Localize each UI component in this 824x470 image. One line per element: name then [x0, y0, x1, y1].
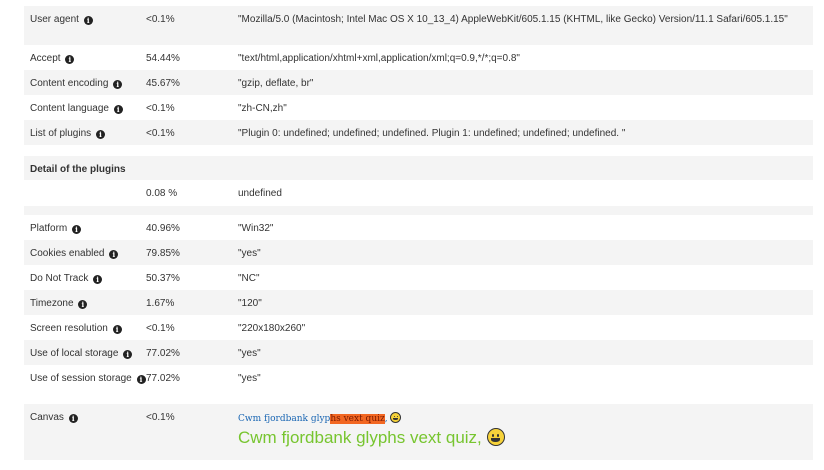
- info-icon[interactable]: i: [78, 300, 88, 309]
- row-label: Cookies enabled: [30, 248, 105, 259]
- row-timezone: Timezone i 1.67% "120": [24, 290, 813, 315]
- info-icon[interactable]: i: [68, 414, 78, 423]
- row-label: Timezone: [30, 298, 74, 309]
- fingerprint-table: User agent i <0.1% "Mozilla/5.0 (Macinto…: [24, 6, 813, 460]
- info-icon[interactable]: i: [113, 105, 123, 114]
- row-value: "120": [238, 298, 262, 309]
- row-label: User agent: [30, 14, 79, 25]
- row-plugin-detail-header: Detail of the plugins: [24, 156, 813, 180]
- row-content-encoding: Content encoding i 45.67% "gzip, deflate…: [24, 70, 813, 95]
- canvas-highlight: hs vext quiz: [330, 414, 385, 424]
- info-icon[interactable]: i: [72, 225, 82, 234]
- canvas-render: Cwm fjordbank glyphs vext quiz, Cwm fjor…: [238, 404, 813, 446]
- row-label: Canvas: [30, 412, 64, 423]
- info-icon[interactable]: i: [95, 130, 105, 139]
- row-percentage: <0.1%: [146, 412, 175, 423]
- row-value: "NC": [238, 273, 260, 284]
- info-icon[interactable]: i: [112, 325, 122, 334]
- row-value: "gzip, deflate, br": [238, 78, 314, 89]
- info-icon[interactable]: i: [109, 250, 119, 259]
- section-heading: Detail of the plugins: [30, 164, 126, 175]
- row-percentage: <0.1%: [146, 103, 175, 114]
- row-user-agent: User agent i <0.1% "Mozilla/5.0 (Macinto…: [24, 6, 813, 45]
- row-label: Screen resolution: [30, 323, 108, 334]
- row-percentage: <0.1%: [146, 128, 175, 139]
- row-percentage: 50.37%: [146, 273, 180, 284]
- row-label: List of plugins: [30, 128, 92, 139]
- row-value: "yes": [238, 248, 261, 259]
- row-do-not-track: Do Not Track i 50.37% "NC": [24, 265, 813, 290]
- row-label: Platform: [30, 223, 68, 234]
- info-icon[interactable]: i: [93, 275, 103, 284]
- row-value: undefined: [238, 188, 282, 199]
- row-accept: Accept i 54.44% "text/html,application/x…: [24, 45, 813, 70]
- row-label: Accept: [30, 53, 61, 64]
- row-percentage: <0.1%: [146, 323, 175, 334]
- row-percentage: 54.44%: [146, 53, 180, 64]
- row-value: "Win32": [238, 223, 274, 234]
- row-percentage: 0.08 %: [146, 188, 178, 199]
- row-label: Use of session storage: [30, 373, 132, 384]
- row-content-language: Content language i <0.1% "zh-CN,zh": [24, 95, 813, 120]
- info-icon[interactable]: i: [83, 16, 93, 25]
- info-icon[interactable]: i: [136, 375, 146, 384]
- row-value: "yes": [238, 348, 261, 359]
- row-local-storage: Use of local storage i 77.02% "yes": [24, 340, 813, 365]
- canvas-small-text: Cwm fjordbank glyphs vext quiz,: [238, 412, 803, 425]
- row-value: "220x180x260": [238, 323, 306, 334]
- row-value: "zh-CN,zh": [238, 103, 287, 114]
- info-icon[interactable]: i: [65, 55, 75, 64]
- row-session-storage: Use of session storage i 77.02% "yes": [24, 365, 813, 404]
- row-plugins: List of plugins i <0.1% "Plugin 0: undef…: [24, 120, 813, 145]
- smiley-face-icon: [390, 412, 402, 423]
- info-icon[interactable]: i: [113, 80, 123, 89]
- row-screen-resolution: Screen resolution i <0.1% "220x180x260": [24, 315, 813, 340]
- row-percentage: 77.02%: [146, 373, 180, 384]
- row-label: Content language: [30, 103, 109, 114]
- row-value: "text/html,application/xhtml+xml,applica…: [238, 53, 520, 64]
- row-label: Use of local storage: [30, 348, 119, 359]
- row-percentage: 1.67%: [146, 298, 175, 309]
- row-value: "Mozilla/5.0 (Macintosh; Intel Mac OS X …: [238, 14, 788, 25]
- row-percentage: 40.96%: [146, 223, 180, 234]
- canvas-large-text: Cwm fjordbank glyphs vext quiz,: [238, 428, 803, 446]
- row-cookies: Cookies enabled i 79.85% "yes": [24, 240, 813, 265]
- row-percentage: 79.85%: [146, 248, 180, 259]
- row-percentage: <0.1%: [146, 14, 175, 25]
- row-value: "yes": [238, 373, 261, 384]
- info-icon[interactable]: i: [123, 350, 133, 359]
- row-value: "Plugin 0: undefined; undefined; undefin…: [238, 128, 626, 139]
- row-canvas: Canvas i <0.1% Cwm fjordbank glyphs vext…: [24, 404, 813, 460]
- row-label: Content encoding: [30, 78, 109, 89]
- row-plugin-detail: 0.08 % undefined: [24, 180, 813, 206]
- row-percentage: 45.67%: [146, 78, 180, 89]
- spacer: [24, 206, 813, 215]
- row-label: Do Not Track: [30, 273, 89, 284]
- smiley-face-icon: [486, 428, 505, 446]
- row-platform: Platform i 40.96% "Win32": [24, 215, 813, 240]
- row-percentage: 77.02%: [146, 348, 180, 359]
